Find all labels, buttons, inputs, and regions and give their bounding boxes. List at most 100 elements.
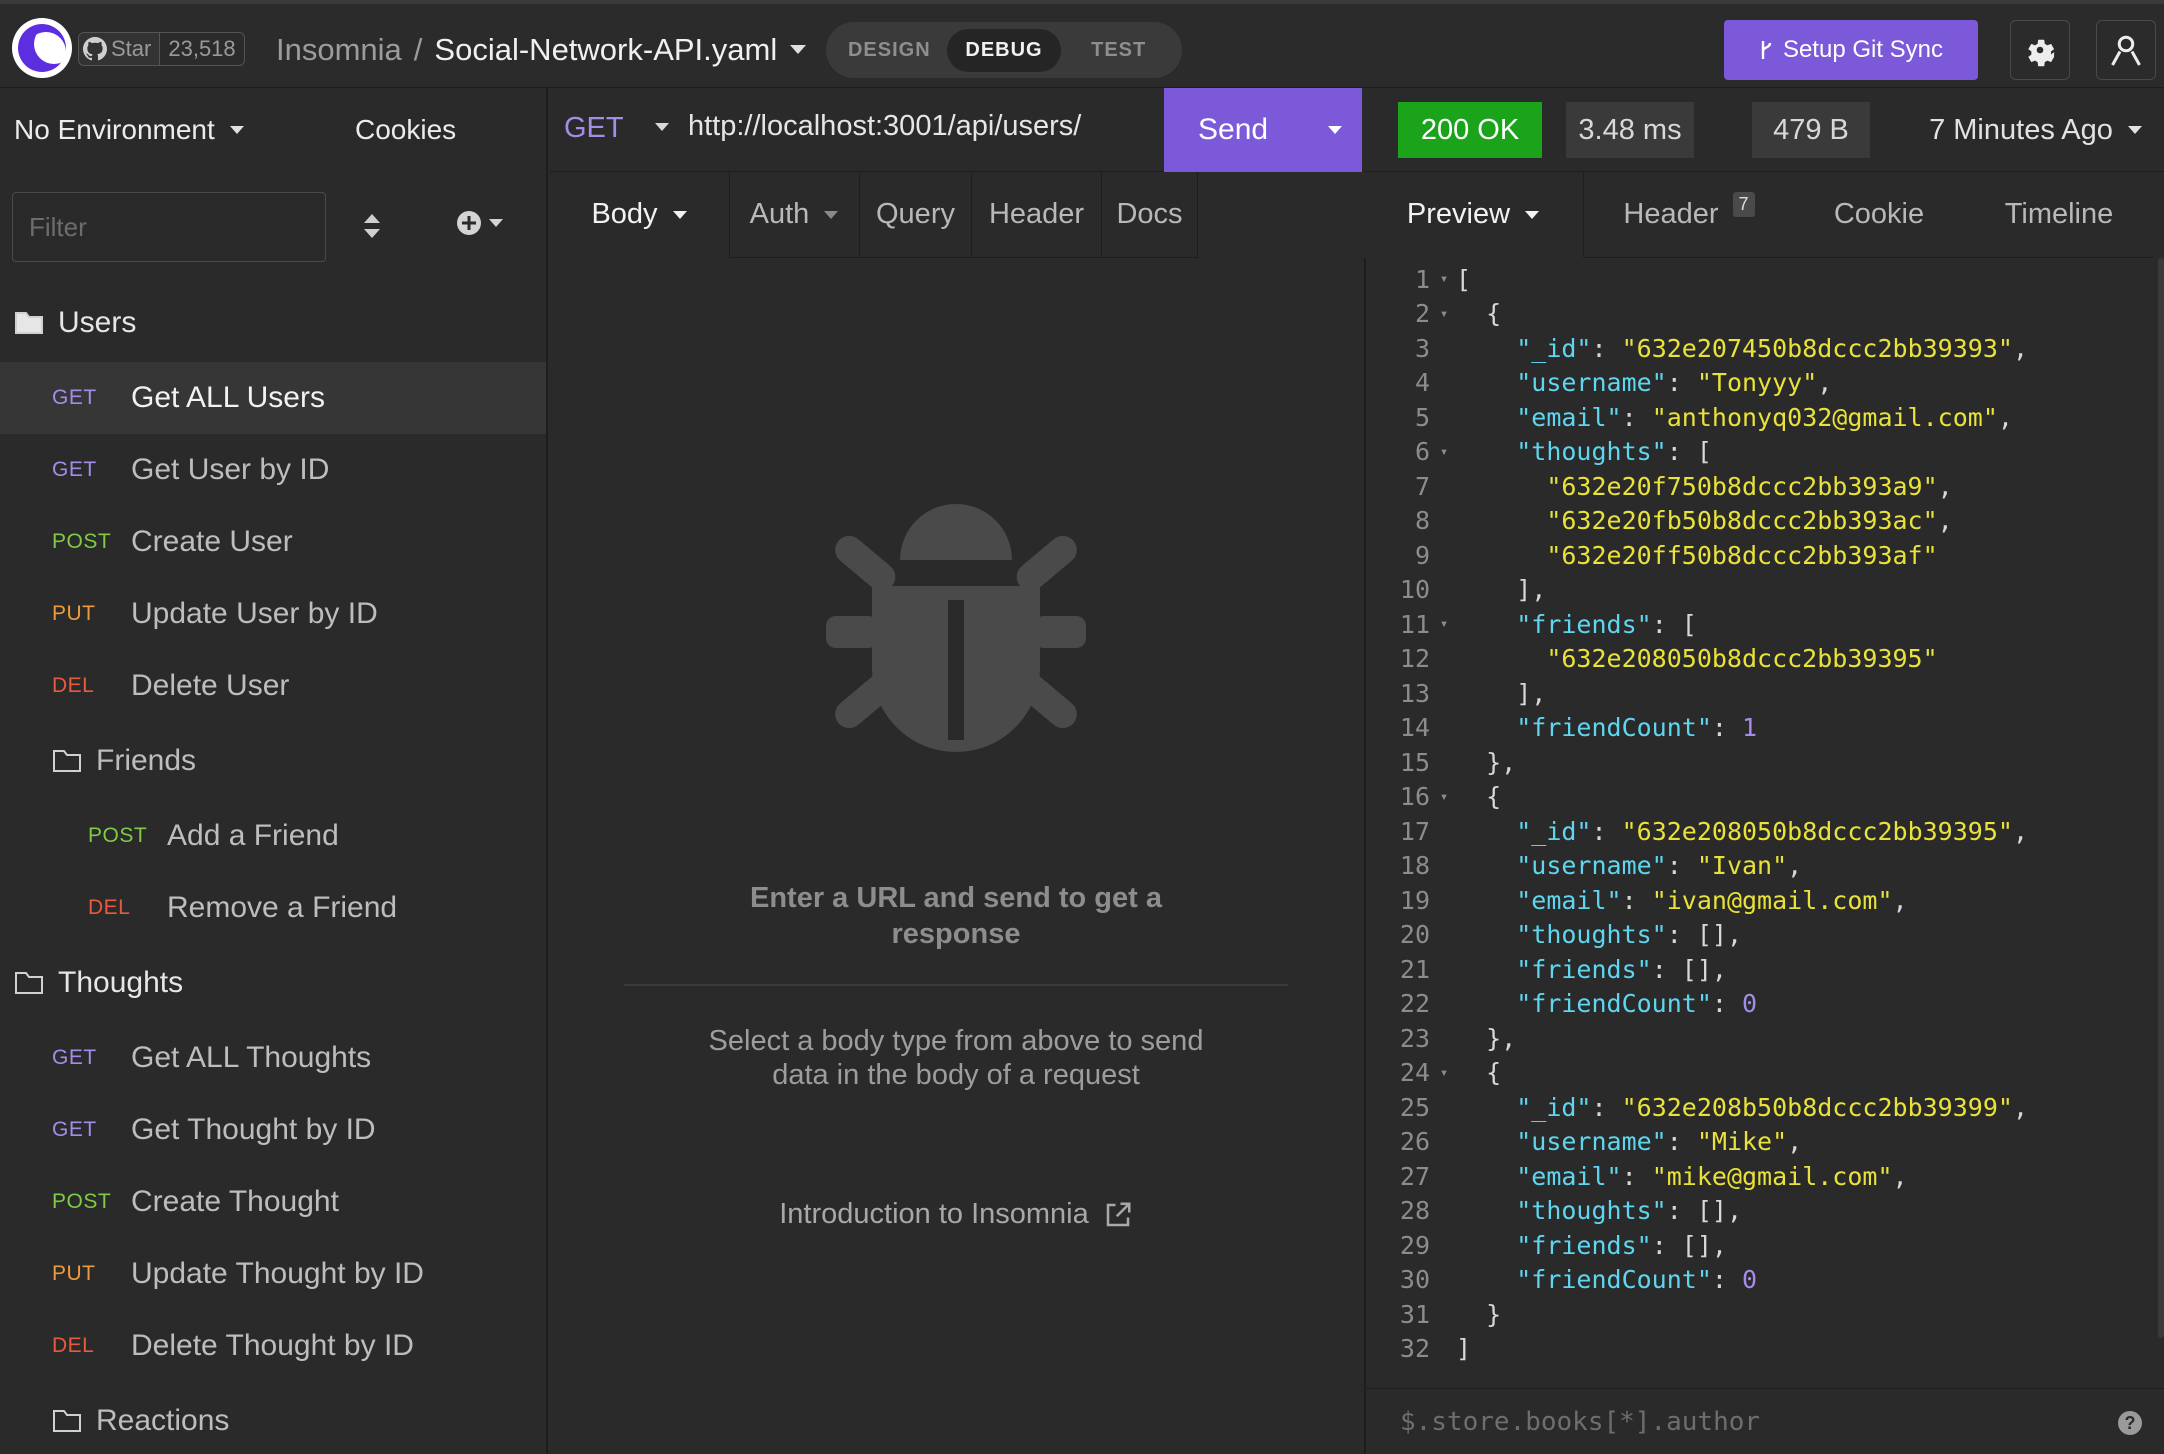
- help-icon[interactable]: ?: [2118, 1411, 2142, 1435]
- line-number: 26: [1399, 1127, 1430, 1157]
- sidebar-request-get-user-by-id[interactable]: GET Get User by ID: [0, 434, 546, 506]
- breadcrumb-document[interactable]: Social-Network-API.yaml: [434, 32, 777, 68]
- response-history-dropdown[interactable]: 7 Minutes Ago: [1916, 102, 2156, 158]
- fold-arrow-icon[interactable]: ▾: [1432, 616, 1456, 632]
- fold-arrow-icon[interactable]: ▾: [1432, 1065, 1456, 1081]
- code-line: 24 ▾ {: [1366, 1056, 2164, 1091]
- code-line: 8 "632e20fb50b8dccc2bb393ac",: [1366, 504, 2164, 539]
- code-line: 10 ],: [1366, 573, 2164, 608]
- line-number: 12: [1399, 644, 1430, 674]
- sidebar-request-update-thought-by-id[interactable]: PUT Update Thought by ID: [0, 1238, 546, 1310]
- line-number: 16: [1399, 782, 1430, 812]
- insomnia-logo-icon[interactable]: [12, 18, 72, 78]
- fold-arrow-icon[interactable]: ▾: [1432, 271, 1456, 287]
- code-token: ,: [1787, 851, 1803, 881]
- code-token: 1: [1742, 713, 1758, 743]
- code-token: "Mike": [1696, 1127, 1788, 1157]
- chevron-down-icon[interactable]: [789, 44, 807, 56]
- filter-input[interactable]: [12, 192, 326, 262]
- sidebar-request-add-a-friend[interactable]: POST Add a Friend: [0, 800, 546, 872]
- fold-arrow-icon[interactable]: ▾: [1432, 789, 1456, 805]
- code-line: 7 "632e20f750b8dccc2bb393a9",: [1366, 469, 2164, 504]
- request-tabs: Body Auth Query Header Docs: [550, 172, 1362, 258]
- settings-button[interactable]: [2010, 20, 2070, 80]
- plus-circle-icon: [457, 211, 481, 235]
- line-number: 6: [1414, 437, 1430, 467]
- send-options-button[interactable]: [1308, 88, 1362, 172]
- code-token: "anthonyq032@gmail.com": [1651, 402, 1998, 432]
- code-token: "_id": [1516, 816, 1592, 846]
- sidebar-request-update-user-by-id[interactable]: PUT Update User by ID: [0, 578, 546, 650]
- code-token: "friends": [1516, 609, 1652, 639]
- code-line: 5 "email": "anthonyq032@gmail.com",: [1366, 400, 2164, 435]
- breadcrumb: Insomnia / Social-Network-API.yaml: [276, 32, 807, 68]
- request-label: Create User: [131, 525, 293, 558]
- code-token: {: [1456, 1058, 1502, 1088]
- response-json-viewer[interactable]: 1 ▾[2 ▾ {3 "_id": "632e207450b8dccc2bb3939…: [1364, 258, 2164, 1388]
- environment-selector[interactable]: No Environment: [14, 114, 245, 146]
- folder-reactions[interactable]: Reactions: [0, 1382, 546, 1454]
- code-line: 11 ▾ "friends": [: [1366, 607, 2164, 642]
- request-label: Remove a Friend: [167, 891, 398, 924]
- create-request-button[interactable]: [456, 210, 504, 236]
- code-line: 23 },: [1366, 1021, 2164, 1056]
- sidebar-request-get-thought-by-id[interactable]: GET Get Thought by ID: [0, 1094, 546, 1166]
- code-token: "thoughts": [1516, 920, 1667, 950]
- sidebar-request-remove-a-friend[interactable]: DEL Remove a Friend: [0, 872, 546, 944]
- tab-header[interactable]: Header: [972, 172, 1102, 258]
- github-star-button[interactable]: Star 23,518: [78, 32, 245, 66]
- line-number: 1: [1414, 264, 1430, 294]
- tab-auth[interactable]: Auth: [730, 172, 860, 258]
- scrollbar[interactable]: [2158, 258, 2164, 1338]
- sort-button[interactable]: [362, 212, 382, 245]
- sidebar-request-delete-thought-by-id[interactable]: DEL Delete Thought by ID: [0, 1310, 546, 1382]
- tab-preview[interactable]: Preview: [1364, 172, 1584, 258]
- line-number: 29: [1399, 1230, 1430, 1260]
- request-label: Update Thought by ID: [131, 1257, 424, 1290]
- tab-docs[interactable]: Docs: [1102, 172, 1198, 258]
- setup-git-sync-button[interactable]: Setup Git Sync: [1724, 20, 1978, 80]
- chevron-down-icon: [2127, 126, 2142, 134]
- method-badge: GET: [52, 1118, 97, 1141]
- fold-arrow-icon[interactable]: ▾: [1432, 444, 1456, 460]
- sidebar-request-get-all-thoughts[interactable]: GET Get ALL Thoughts: [0, 1022, 546, 1094]
- tab-query[interactable]: Query: [860, 172, 972, 258]
- tab-preview-label: Preview: [1406, 198, 1511, 230]
- mode-debug-tab[interactable]: DEBUG: [946, 28, 1062, 72]
- code-token: ,: [1892, 1161, 1908, 1191]
- tab-timeline[interactable]: Timeline: [1964, 172, 2154, 258]
- code-token: 0: [1742, 989, 1758, 1019]
- code-token: },: [1456, 1023, 1517, 1053]
- sidebar-request-create-user[interactable]: POST Create User: [0, 506, 546, 578]
- fold-arrow-icon[interactable]: ▾: [1432, 306, 1456, 322]
- mode-design-tab[interactable]: DESIGN: [832, 29, 947, 72]
- code-line: 22 "friendCount": 0: [1366, 987, 2164, 1022]
- json-filter-input[interactable]: $.store.books[*].author ?: [1364, 1388, 2164, 1454]
- tab-body[interactable]: Body: [550, 172, 730, 258]
- method-selector[interactable]: GET: [564, 112, 624, 145]
- folder-thoughts[interactable]: Thoughts: [0, 944, 546, 1022]
- intro-link[interactable]: Introduction to Insomnia: [550, 1198, 1362, 1231]
- code-token: :: [1711, 713, 1742, 743]
- folder-users[interactable]: Users: [0, 284, 546, 362]
- account-button[interactable]: [2096, 20, 2156, 80]
- folder-label: Friends: [96, 744, 197, 777]
- tab-cookie[interactable]: Cookie: [1794, 172, 1964, 258]
- sidebar-request-delete-user[interactable]: DEL Delete User: [0, 650, 546, 722]
- sidebar-request-get-all-users[interactable]: GET Get ALL Users: [0, 362, 546, 434]
- sidebar-request-create-thought[interactable]: POST Create Thought: [0, 1166, 546, 1238]
- folder-friends[interactable]: Friends: [0, 722, 546, 800]
- line-number: 32: [1399, 1334, 1430, 1364]
- cookies-button[interactable]: Cookies: [355, 114, 456, 146]
- breadcrumb-org[interactable]: Insomnia: [276, 32, 402, 68]
- tab-response-header[interactable]: Header 7: [1584, 172, 1794, 258]
- send-button[interactable]: Send: [1164, 88, 1362, 172]
- chevron-down-icon[interactable]: [654, 122, 670, 132]
- mode-test-tab[interactable]: TEST: [1061, 29, 1176, 72]
- method-badge: DEL: [52, 1334, 95, 1357]
- url-input[interactable]: http://localhost:3001/api/users/: [688, 110, 1081, 143]
- method-badge: GET: [52, 458, 97, 481]
- code-token: "username": [1516, 1127, 1667, 1157]
